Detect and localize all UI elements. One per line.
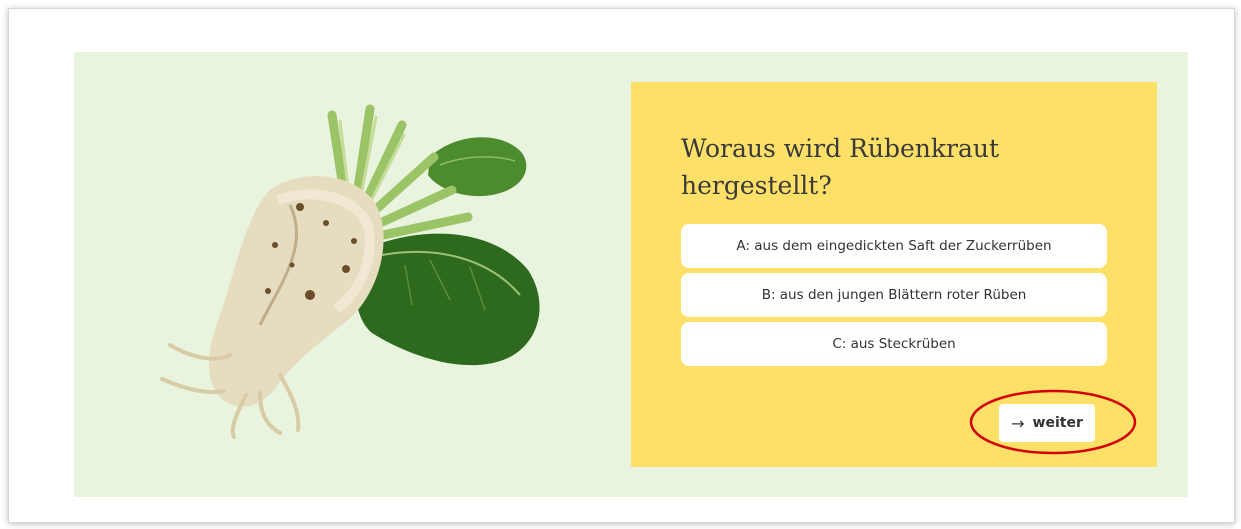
- answer-option-a[interactable]: A: aus dem eingedickten Saft der Zuckerr…: [681, 224, 1107, 268]
- answer-option-c[interactable]: C: aus Steckrüben: [681, 322, 1107, 366]
- answer-option-b[interactable]: B: aus den jungen Blättern roter Rüben: [681, 273, 1107, 317]
- sugar-beet-image: [160, 104, 540, 439]
- next-button[interactable]: → weiter: [999, 404, 1095, 442]
- next-button-label: weiter: [1032, 415, 1083, 431]
- arrow-right-icon: →: [1011, 413, 1025, 433]
- question-card: Woraus wird Rübenkraut hergestellt? A: a…: [631, 82, 1157, 467]
- question-title: Woraus wird Rübenkraut hergestellt?: [681, 134, 1000, 200]
